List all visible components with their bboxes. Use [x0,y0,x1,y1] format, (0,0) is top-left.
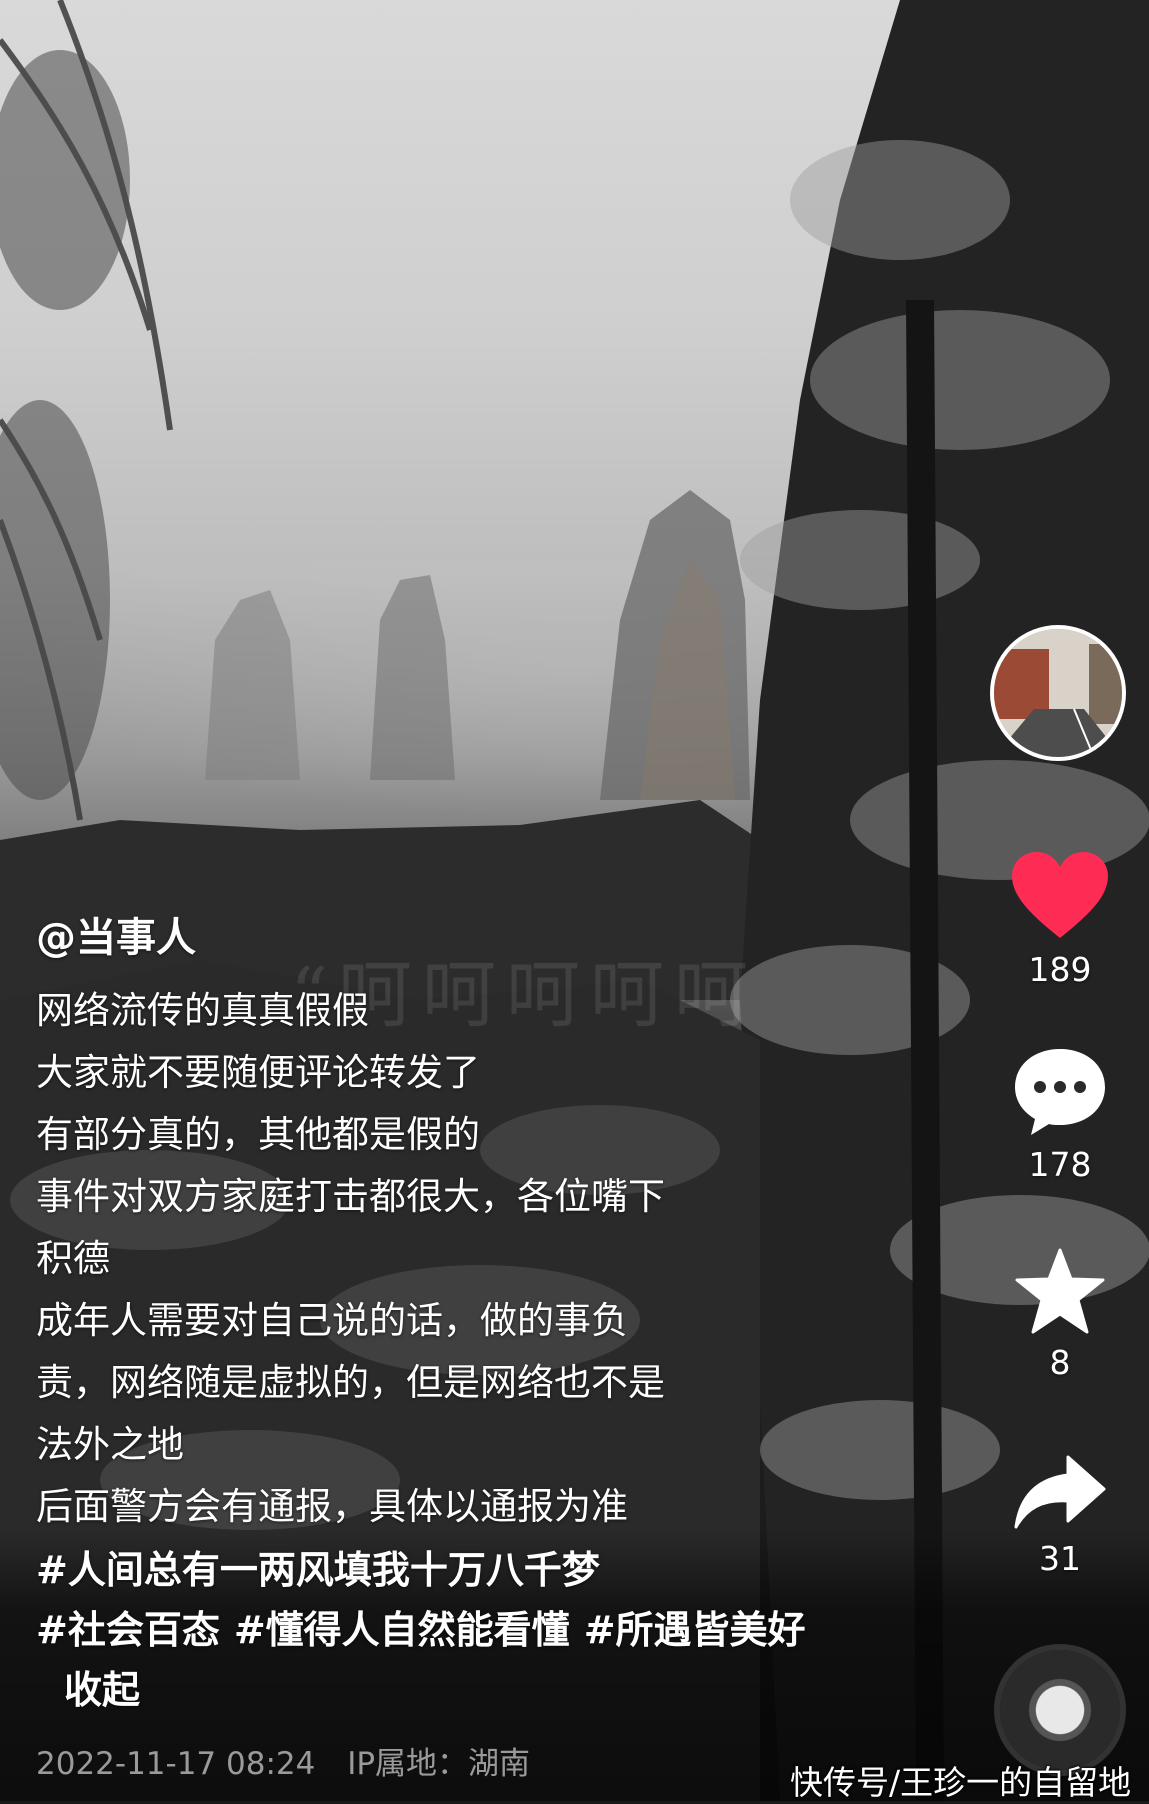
share-count: 31 [1039,1539,1081,1578]
caption-line: 积德 [36,1237,110,1280]
caption-line: 大家就不要随便评论转发了 [36,1051,480,1094]
hashtag-link[interactable]: #人间总有一两风填我十万八千梦 [36,1548,600,1592]
source-watermark: 快传号/王珍一的自留地 [790,1763,1132,1802]
favorite-button[interactable]: 8 [990,1247,1130,1382]
caption-line: 网络流传的真真假假 [36,989,369,1032]
post-caption: 网络流传的真真假假 大家就不要随便评论转发了 有部分真的，其他都是假的 事件对双… [36,980,816,1538]
caption-line: 后面警方会有通报，具体以通报为准 [36,1485,628,1528]
hashtag-link[interactable]: #懂得人自然能看懂 [234,1608,570,1652]
caption-line: 事件对双方家庭打击都很大，各位嘴下 [36,1175,665,1218]
favorite-count: 8 [1049,1343,1071,1382]
collapse-button[interactable]: 收起 [64,1668,140,1712]
comment-bubble-icon [1015,1049,1105,1135]
like-button[interactable]: 189 [990,850,1130,989]
comment-count: 178 [1028,1145,1092,1184]
heart-icon [1012,852,1108,938]
share-arrow-icon [1014,1455,1106,1529]
post-date: 2022-11-17 08:24 [36,1746,316,1782]
street-photo-icon [994,629,1122,757]
caption-line: 有部分真的，其他都是假的 [36,1113,480,1156]
star-icon [1015,1248,1105,1334]
music-disc-icon[interactable] [1000,1650,1120,1770]
caption-line: 责，网络随是虚拟的，但是网络也不是 [36,1361,665,1404]
caption-line: 法外之地 [36,1423,184,1466]
hashtag-link[interactable]: #社会百态 [36,1608,220,1652]
share-button[interactable]: 31 [990,1453,1130,1578]
author-handle[interactable]: @当事人 [36,905,196,963]
hashtag-list: #人间总有一两风填我十万八千梦 #社会百态 #懂得人自然能看懂 #所遇皆美好收起 [36,1540,836,1720]
post-meta: 2022-11-17 08:24 IP属地：湖南 [36,1738,552,1783]
author-avatar[interactable] [990,625,1126,761]
comment-button[interactable]: 178 [990,1045,1130,1184]
ip-location: IP属地：湖南 [347,1746,531,1782]
hashtag-link[interactable]: #所遇皆美好 [584,1608,806,1652]
like-count: 189 [1028,950,1092,989]
caption-line: 成年人需要对自己说的话，做的事负 [36,1299,628,1342]
